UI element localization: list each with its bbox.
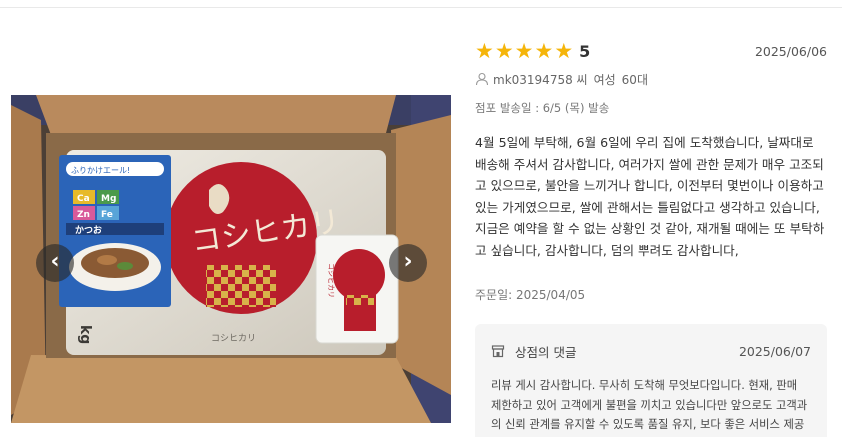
furikake-package: ふりかけエール! かつお bbox=[59, 155, 171, 307]
review-photo[interactable]: コシヒカリ コシヒカリ kg ふりかけエール! かつお Ca Mg Zn Fe bbox=[11, 95, 451, 423]
rating-row: ★ ★ ★ ★ ★ 5 2025/06/06 bbox=[475, 38, 827, 64]
previous-image-button[interactable]: ‹ bbox=[36, 244, 74, 282]
mineral-label: Mg bbox=[101, 194, 116, 204]
star-icon: ★ bbox=[475, 38, 494, 63]
rice-pack: コシヒカリ bbox=[315, 234, 399, 344]
reviewer-id: mk03194758 씨 bbox=[493, 72, 588, 87]
mineral-label: Fe bbox=[101, 210, 113, 220]
reply-header: 상점의 댓글 2025/06/07 bbox=[491, 342, 811, 360]
rating-score: 5 bbox=[579, 41, 591, 61]
flavor-label: かつお bbox=[75, 225, 102, 236]
order-date: 주문일: 2025/04/05 bbox=[475, 288, 586, 302]
star-icon: ★ bbox=[514, 38, 534, 63]
next-image-button[interactable]: › bbox=[389, 244, 427, 282]
review-panel: ★ ★ ★ ★ ★ 5 2025/06/06 mk03194758 씨 여성 60대 점… bbox=[475, 38, 827, 303]
star-icon: ★ bbox=[554, 38, 574, 63]
reply-date: 2025/06/07 bbox=[738, 343, 811, 359]
weight-mark: kg bbox=[77, 325, 93, 344]
reply-title: 상점의 댓글 bbox=[515, 344, 577, 360]
pack-label: コシヒカリ bbox=[327, 263, 335, 298]
package-title: ふりかけエール! bbox=[71, 166, 130, 175]
mineral-label: Zn bbox=[77, 210, 90, 220]
bag-side-label: コシヒカリ bbox=[211, 333, 256, 344]
chevron-left-icon: ‹ bbox=[50, 249, 60, 274]
chevron-right-icon: › bbox=[403, 249, 413, 274]
reviewer-gender: 여성 bbox=[593, 72, 616, 87]
rice-box-image: コシヒカリ コシヒカリ kg ふりかけエール! かつお Ca Mg Zn Fe bbox=[11, 95, 451, 423]
star-icon: ★ bbox=[534, 38, 554, 63]
review-date: 2025/06/06 bbox=[754, 43, 827, 59]
reviewer-info: mk03194758 씨 여성 60대 bbox=[475, 70, 827, 88]
star-icon: ★ bbox=[494, 38, 514, 63]
shop-reply: 상점의 댓글 2025/06/07 리뷰 게시 감사합니다. 무사히 도착해 무… bbox=[475, 324, 827, 437]
user-icon bbox=[475, 72, 489, 86]
top-divider bbox=[0, 7, 842, 8]
reviewer-age: 60대 bbox=[621, 72, 648, 87]
mineral-label: Ca bbox=[77, 194, 90, 204]
star-rating: ★ ★ ★ ★ ★ bbox=[475, 38, 574, 63]
reply-text: 리뷰 게시 감사합니다. 무사히 도착해 무엇보다입니다. 현재, 판매 제한하… bbox=[491, 379, 808, 431]
store-icon bbox=[491, 345, 505, 358]
review-body: 4월 5일에 부탁해, 6월 6일에 우리 집에 도착했습니다, 날짜대로 배송… bbox=[475, 135, 825, 258]
shipping-date: 점포 발송일 : 6/5 (목) 발송 bbox=[475, 101, 610, 115]
